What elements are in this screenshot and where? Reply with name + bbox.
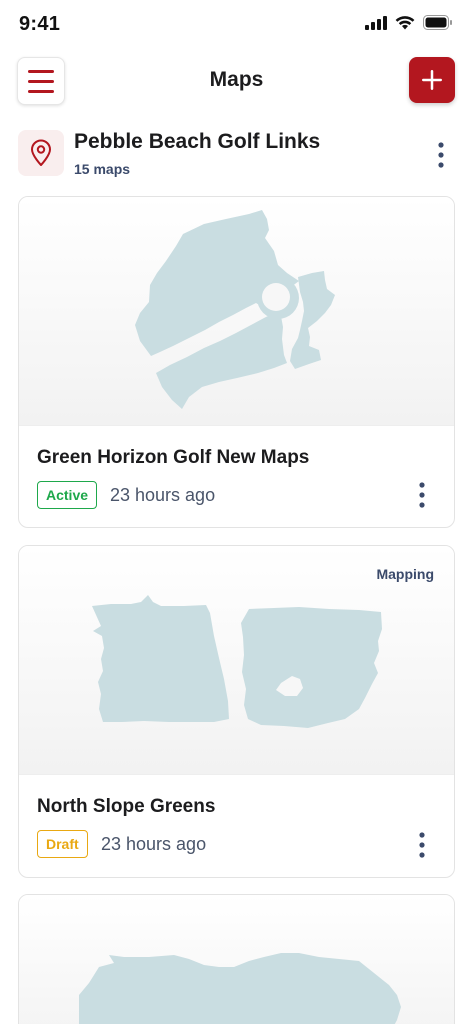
updated-time: 23 hours ago	[101, 834, 207, 854]
course-header: Pebble Beach Golf Links 15 maps	[18, 128, 455, 182]
map-card[interactable]	[18, 894, 455, 1024]
battery-icon	[423, 15, 452, 30]
nav-bar: Maps	[0, 55, 473, 107]
more-vertical-icon[interactable]	[414, 480, 430, 510]
map-title: North Slope Greens	[37, 796, 216, 817]
more-vertical-icon[interactable]	[433, 140, 449, 170]
page-title: Maps	[209, 68, 264, 91]
wifi-icon	[395, 16, 415, 30]
map-thumbnail	[19, 197, 454, 426]
map-title: Green Horizon Golf New Maps	[37, 447, 310, 468]
updated-time: 23 hours ago	[110, 485, 216, 505]
status-icons	[365, 15, 453, 30]
add-map-button[interactable]	[409, 57, 455, 103]
mapping-tag: Mapping	[376, 566, 434, 582]
plus-icon	[422, 70, 442, 90]
map-pin-icon	[18, 130, 64, 176]
course-maps-count: 15 maps	[74, 161, 131, 177]
course-name: Pebble Beach Golf Links	[74, 130, 321, 153]
status-bar: 9:41	[0, 0, 473, 50]
status-badge: Active	[37, 481, 98, 509]
more-vertical-icon[interactable]	[414, 830, 430, 860]
cellular-signal-icon	[365, 15, 387, 30]
status-time: 9:41	[19, 13, 61, 35]
status-badge: Draft	[37, 830, 88, 858]
map-card[interactable]: Green Horizon Golf New Maps Active 23 ho…	[18, 196, 455, 528]
map-thumbnail	[19, 895, 454, 1024]
map-card[interactable]: Mapping North Slope Greens Draft 23 hour…	[18, 545, 455, 878]
